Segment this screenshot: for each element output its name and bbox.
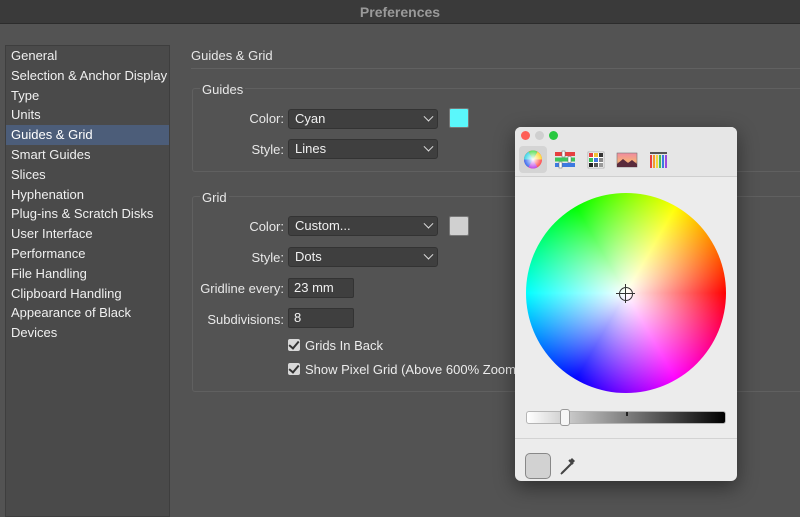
color-picker-toolbar <box>515 127 737 177</box>
sidebar-item-performance[interactable]: Performance <box>6 244 169 264</box>
grid-heading: Grid <box>200 190 229 205</box>
sidebar-item-units[interactable]: Units <box>6 105 169 125</box>
brightness-slider[interactable] <box>526 409 726 426</box>
grid-style-label: Style: <box>251 250 284 265</box>
chevron-down-icon <box>423 249 434 260</box>
grid-style-value: Dots <box>295 249 322 264</box>
sidebar-item-user-interface[interactable]: User Interface <box>6 224 169 244</box>
current-color-swatch[interactable] <box>525 453 551 479</box>
sidebar-item-slices[interactable]: Slices <box>6 165 169 185</box>
sidebar-item-general[interactable]: General <box>6 46 169 66</box>
grid-style-select[interactable]: Dots <box>288 247 438 267</box>
image-palettes-icon <box>616 152 638 168</box>
page-title: Guides & Grid <box>191 48 273 63</box>
pencils-icon <box>650 152 667 168</box>
subdivisions-field[interactable]: 8 <box>288 308 354 328</box>
checkmark-icon <box>288 363 300 375</box>
grid-color-value: Custom... <box>295 218 351 233</box>
title-divider <box>191 68 800 69</box>
guides-color-select[interactable]: Cyan <box>288 109 438 129</box>
slider-tick <box>626 412 628 416</box>
chevron-down-icon <box>423 218 434 229</box>
color-wheel-tab[interactable] <box>519 146 547 173</box>
sidebar-item-file-handling[interactable]: File Handling <box>6 264 169 284</box>
chevron-down-icon <box>423 141 434 152</box>
sidebar-item-type[interactable]: Type <box>6 86 169 106</box>
guides-style-value: Lines <box>295 141 327 156</box>
close-button[interactable] <box>521 131 530 140</box>
image-palettes-tab[interactable] <box>613 146 641 173</box>
slider-knob[interactable] <box>560 409 570 426</box>
grids-in-back-checkbox[interactable]: Grids In Back <box>288 338 383 353</box>
eyedropper-icon[interactable] <box>559 456 577 476</box>
chevron-down-icon <box>423 111 434 122</box>
grid-color-label: Color: <box>249 219 284 234</box>
guides-heading: Guides <box>200 82 246 97</box>
sidebar-item-clipboard-handling[interactable]: Clipboard Handling <box>6 284 169 304</box>
subdivisions-label: Subdivisions: <box>207 312 284 327</box>
color-palettes-tab[interactable] <box>582 146 610 173</box>
sliders-icon <box>555 150 575 169</box>
gridline-every-label: Gridline every: <box>200 281 284 296</box>
sidebar-item-guides-grid[interactable]: Guides & Grid <box>6 125 169 145</box>
checkmark-icon <box>288 339 300 351</box>
preferences-sidebar: General Selection & Anchor Display Type Uni… <box>5 45 170 517</box>
sidebar-item-hyphenation[interactable]: Hyphenation <box>6 185 169 205</box>
zoom-button[interactable] <box>549 131 558 140</box>
gridline-every-field[interactable]: 23 mm <box>288 278 354 298</box>
palettes-icon <box>587 151 605 169</box>
pencils-tab[interactable] <box>645 146 673 173</box>
grid-color-swatch[interactable] <box>449 216 469 236</box>
grid-color-select[interactable]: Custom... <box>288 216 438 236</box>
guides-color-value: Cyan <box>295 111 326 126</box>
color-sliders-tab[interactable] <box>551 146 579 173</box>
guides-style-label: Style: <box>251 142 284 157</box>
minimize-button[interactable] <box>535 131 544 140</box>
color-picker-panel <box>515 127 737 481</box>
guides-color-swatch[interactable] <box>449 108 469 128</box>
sidebar-item-smart-guides[interactable]: Smart Guides <box>6 145 169 165</box>
sidebar-item-selection-anchor-display[interactable]: Selection & Anchor Display <box>6 66 169 86</box>
sidebar-item-appearance-of-black[interactable]: Appearance of Black <box>6 303 169 323</box>
crosshair-icon[interactable] <box>616 284 635 303</box>
grids-in-back-label: Grids In Back <box>305 338 384 353</box>
show-pixel-grid-label: Show Pixel Grid (Above 600% Zoom) <box>305 362 521 377</box>
show-pixel-grid-checkbox[interactable]: Show Pixel Grid (Above 600% Zoom) <box>288 362 520 377</box>
color-wheel-icon <box>524 150 542 169</box>
sidebar-item-devices[interactable]: Devices <box>6 323 169 343</box>
guides-style-select[interactable]: Lines <box>288 139 438 159</box>
sidebar-item-plug-ins-scratch-disks[interactable]: Plug-ins & Scratch Disks <box>6 204 169 224</box>
window-title: Preferences <box>0 0 800 24</box>
color-picker-footer <box>515 438 737 481</box>
guides-color-label: Color: <box>249 111 284 126</box>
